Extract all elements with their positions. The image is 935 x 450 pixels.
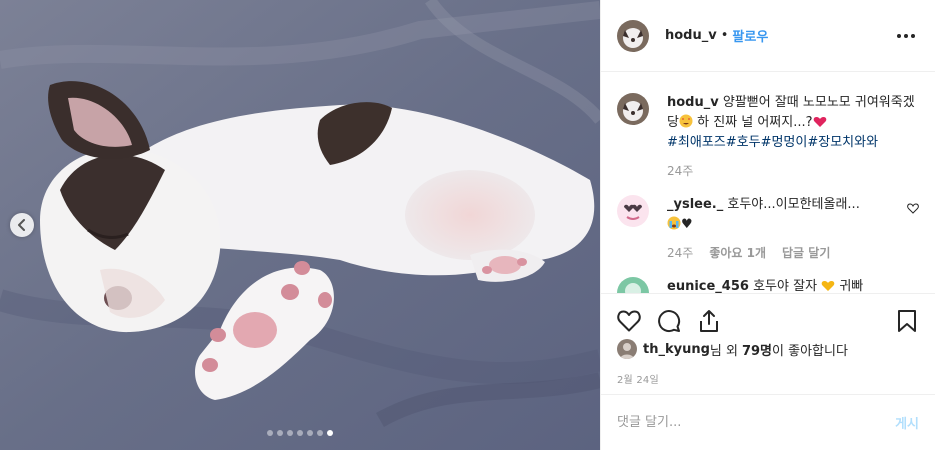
caption: hodu_v 양팔뻗어 잘때 노모노모 귀여워죽겠당 하 진짜 널 어쩌지...… [617,93,919,181]
post-details-panel: hodu_v • 팔로우 hodu_v 양팔뻗어 잘때 노모노모 귀여워죽겠당 … [600,0,935,450]
bookmark-icon [898,309,916,332]
commenter-avatar[interactable] [617,195,649,227]
hashtag[interactable]: #호두 [726,135,761,150]
carousel-indicator [0,430,600,436]
heart-icon [617,310,641,331]
post-comment-button[interactable]: 게시 [895,413,919,432]
more-options-icon[interactable] [893,30,919,42]
post-header: hodu_v • 팔로우 [601,0,935,72]
author-username[interactable]: hodu_v [665,28,717,43]
header-separator: • [720,28,729,43]
hashtag[interactable]: #멍멍이 [761,135,808,150]
caption-text: 하 진짜 널 어쩌지...? [692,115,813,130]
comment-input[interactable] [617,415,896,430]
hashtag[interactable]: #최애포즈 [667,135,726,150]
caption-username[interactable]: hodu_v [667,95,719,110]
carousel-dot [317,430,323,436]
post-date[interactable]: 2월 24일 [617,371,659,386]
sleeping-puppy-photo [0,0,600,450]
chevron-left-icon [18,219,25,231]
carousel-dot [307,430,313,436]
follow-button[interactable]: 팔로우 [732,26,768,45]
carousel-dot [287,430,293,436]
red-heart-emoji [813,117,826,127]
add-comment-bar: 게시 [601,394,935,450]
likes-count[interactable]: 79명 [742,340,772,359]
likes-text: 이 좋아합니다 [772,343,848,359]
save-button[interactable] [891,305,923,337]
carousel-dot-active [327,430,333,436]
comment-item: eunice_456 호두야 잘자 귀빠 [617,277,919,293]
comment-icon [658,309,681,332]
comment-text: 호두야 잘자 [753,279,818,293]
comment-time[interactable]: 24주 [667,243,693,263]
author-avatar[interactable] [617,93,649,125]
hashtag[interactable]: #장모치와와 [807,135,878,150]
carousel-dot [277,430,283,436]
author-avatar[interactable] [617,19,649,52]
black-heart: ♥ [681,217,693,232]
carousel-dot [267,430,273,436]
share-icon [700,309,718,332]
carousel-dot [297,430,303,436]
comment-button[interactable] [653,305,685,337]
likes-text: 님 외 [709,343,738,359]
comment-body: eunice_456 호두야 잘자 귀빠 [667,277,919,293]
commenter-avatar[interactable] [617,277,649,293]
comment-body: _yslee._ 호두야...이모한테올래... ♥ 24주 좋아요 1개 답글… [667,195,899,263]
reply-button[interactable]: 답글 달기 [782,243,830,263]
comment-likes[interactable]: 좋아요 1개 [709,243,766,263]
likes-summary: th_kyung 님 외 79명 이 좋아합니다 [617,339,919,359]
yellow-heart-emoji [821,281,835,291]
loudly-crying-face-emoji [667,216,681,230]
comment-text: 호두야...이모한테올래... [727,197,860,212]
comment-text: 귀빠 [839,279,864,293]
share-button[interactable] [693,305,725,337]
liker-username[interactable]: th_kyung [643,342,710,357]
like-button[interactable] [613,305,645,337]
comment-username[interactable]: eunice_456 [667,279,749,293]
caption-body: hodu_v 양팔뻗어 잘때 노모노모 귀여워죽겠당 하 진짜 널 어쩌지...… [667,93,919,181]
carousel-prev-button[interactable] [10,213,34,237]
comment-like-heart-icon[interactable] [907,203,919,214]
comment-username[interactable]: _yslee._ [667,197,723,212]
star-struck-emoji [679,114,693,128]
liker-avatar[interactable] [617,339,637,359]
comment-item: _yslee._ 호두야...이모한테올래... ♥ 24주 좋아요 1개 답글… [617,195,919,263]
comments-list[interactable]: hodu_v 양팔뻗어 잘때 노모노모 귀여워죽겠당 하 진짜 널 어쩌지...… [601,73,935,293]
post-image[interactable] [0,0,600,450]
caption-time[interactable]: 24주 [667,161,693,181]
